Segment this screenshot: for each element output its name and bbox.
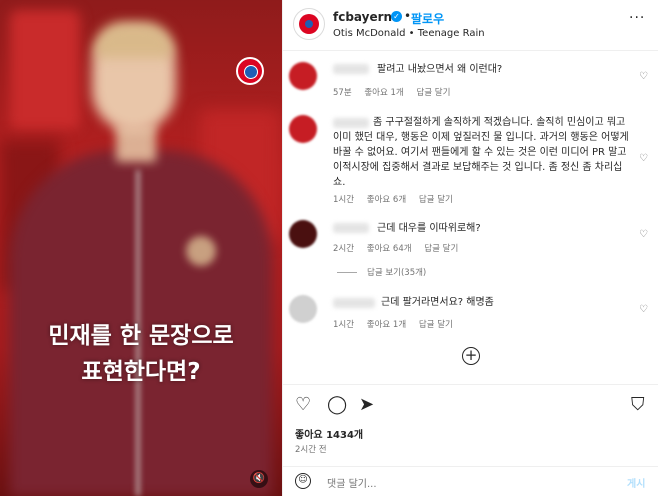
comment-likes[interactable]: 좋아요 1개 <box>367 320 406 330</box>
verified-icon: ✓ <box>391 11 402 22</box>
media-caption-line2: 표현한다면? <box>81 359 201 385</box>
comment-meta: 1시간 좋아요 6개 답글 달기 <box>333 193 463 205</box>
likes-count[interactable]: 좋아요 1434개 <box>295 426 363 441</box>
redacted-username <box>333 64 369 74</box>
save-icon[interactable]: ⛉ <box>631 395 645 415</box>
mute-icon[interactable]: 🔇 <box>250 470 268 488</box>
comment-like-icon[interactable]: ♡ <box>639 229 648 240</box>
comments-panel: fcbayern ✓ • 팔로우 Otis McDonald • Teenage… <box>282 0 658 496</box>
background-blur <box>10 10 80 130</box>
reply-button[interactable]: 답글 달기 <box>419 320 453 330</box>
comment-time: 1시간 <box>333 320 355 330</box>
replies-divider <box>337 272 357 273</box>
comment-meta: 2시간 좋아요 64개 답글 달기 <box>333 242 468 254</box>
reply-button[interactable]: 답글 달기 <box>424 244 458 254</box>
post-media[interactable]: 민재를 한 문장으로 표현한다면? 🔇 <box>0 0 282 496</box>
comment-time: 1시간 <box>333 195 355 205</box>
media-caption-line1: 민재를 한 문장으로 <box>48 323 234 349</box>
comment-text: 근데 팔거라면서요? 해명좀 <box>381 297 494 308</box>
commenter-avatar[interactable] <box>289 115 317 143</box>
comment-meta: 57분 좋아요 1개 답글 달기 <box>333 86 460 98</box>
commenter-avatar[interactable] <box>289 295 317 323</box>
comment-icon[interactable]: ◯ <box>327 395 347 415</box>
commenter-avatar[interactable] <box>289 220 317 248</box>
comment-input[interactable]: 댓글 달기... <box>327 475 377 490</box>
comment-likes[interactable]: 좋아요 1개 <box>364 88 403 98</box>
emoji-icon[interactable]: ☺ <box>295 473 311 489</box>
comment-text: 좀 구구절절하게 솔직하게 적겠습니다. 솔직히 민심이고 뭐고 이미 했던 대… <box>333 117 629 188</box>
post-actions: ♡ ◯ ➤ ⛉ <box>283 384 658 425</box>
follow-button[interactable]: 팔로우 <box>411 10 444 27</box>
view-replies-label: 답글 보기(35개) <box>367 268 427 278</box>
instagram-post-view: 민재를 한 문장으로 표현한다면? 🔇 fcbayern ✓ • 팔로우 Oti… <box>0 0 658 496</box>
comment-time: 2시간 <box>333 244 355 254</box>
post-header: fcbayern ✓ • 팔로우 Otis McDonald • Teenage… <box>283 0 658 51</box>
player-hair <box>94 22 174 58</box>
comment-likes[interactable]: 좋아요 6개 <box>367 195 406 205</box>
comment-like-icon[interactable]: ♡ <box>639 304 648 315</box>
comment-time: 57분 <box>333 88 352 98</box>
comment-composer: ☺ 댓글 달기... 게시 <box>283 466 658 497</box>
posted-time: 2시간 전 <box>295 445 327 455</box>
more-options-icon[interactable]: ··· <box>629 10 645 26</box>
reply-button[interactable]: 답글 달기 <box>416 88 450 98</box>
jacket-crest <box>186 236 216 266</box>
commenter-avatar[interactable] <box>289 62 317 90</box>
load-more-comments-icon[interactable]: + <box>462 347 480 365</box>
club-logo <box>236 57 264 85</box>
comment-likes[interactable]: 좋아요 64개 <box>367 244 412 254</box>
view-replies-button[interactable]: 답글 보기(35개) <box>337 266 426 278</box>
share-icon[interactable]: ➤ <box>359 395 374 415</box>
like-icon[interactable]: ♡ <box>295 395 311 415</box>
account-username[interactable]: fcbayern <box>333 10 392 24</box>
comment-text: 근데 대우를 이따위로해? <box>377 223 481 234</box>
redacted-username <box>333 223 369 233</box>
comment-meta: 1시간 좋아요 1개 답글 달기 <box>333 318 463 330</box>
post-comment-button[interactable]: 게시 <box>627 475 645 490</box>
audio-track[interactable]: Otis McDonald • Teenage Rain <box>333 28 485 39</box>
comment-like-icon[interactable]: ♡ <box>639 153 648 164</box>
redacted-username <box>333 298 375 308</box>
comment-text: 팔려고 내놨으면서 왜 이런대? <box>377 64 503 75</box>
comment-like-icon[interactable]: ♡ <box>639 71 648 82</box>
reply-button[interactable]: 답글 달기 <box>419 195 453 205</box>
account-avatar[interactable] <box>293 8 325 40</box>
